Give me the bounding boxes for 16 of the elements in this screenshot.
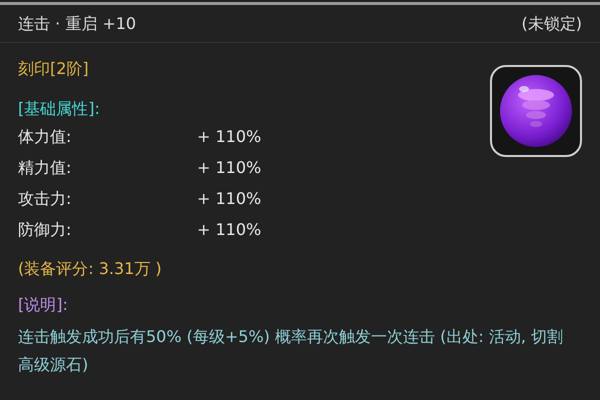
- attribute-name: 精力值:: [18, 156, 72, 178]
- lock-status: (未锁定): [522, 12, 582, 34]
- attribute-value: + 110%: [197, 126, 262, 148]
- equipment-score: (装备评分: 3.31万 ): [18, 258, 162, 280]
- attribute-value: + 110%: [197, 218, 262, 240]
- attribute-name: 防御力:: [18, 218, 72, 240]
- attribute-name: 体力值:: [18, 126, 72, 148]
- item-title: 连击 · 重启 +10: [18, 12, 136, 34]
- attribute-value: + 110%: [197, 156, 262, 178]
- attribute-value: + 110%: [197, 188, 262, 210]
- description-heading: [说明]:: [18, 294, 68, 316]
- attribute-name: 攻击力:: [18, 188, 72, 210]
- tornado-orb-icon: [498, 73, 574, 149]
- grade-label: 刻印[2阶]: [18, 58, 89, 80]
- attributes-heading: [基础属性]:: [18, 98, 100, 120]
- description-text: 连击触发成功后有50% (每级+5%) 概率再次触发一次连击 (出处: 活动, 切割高级源石): [18, 326, 564, 376]
